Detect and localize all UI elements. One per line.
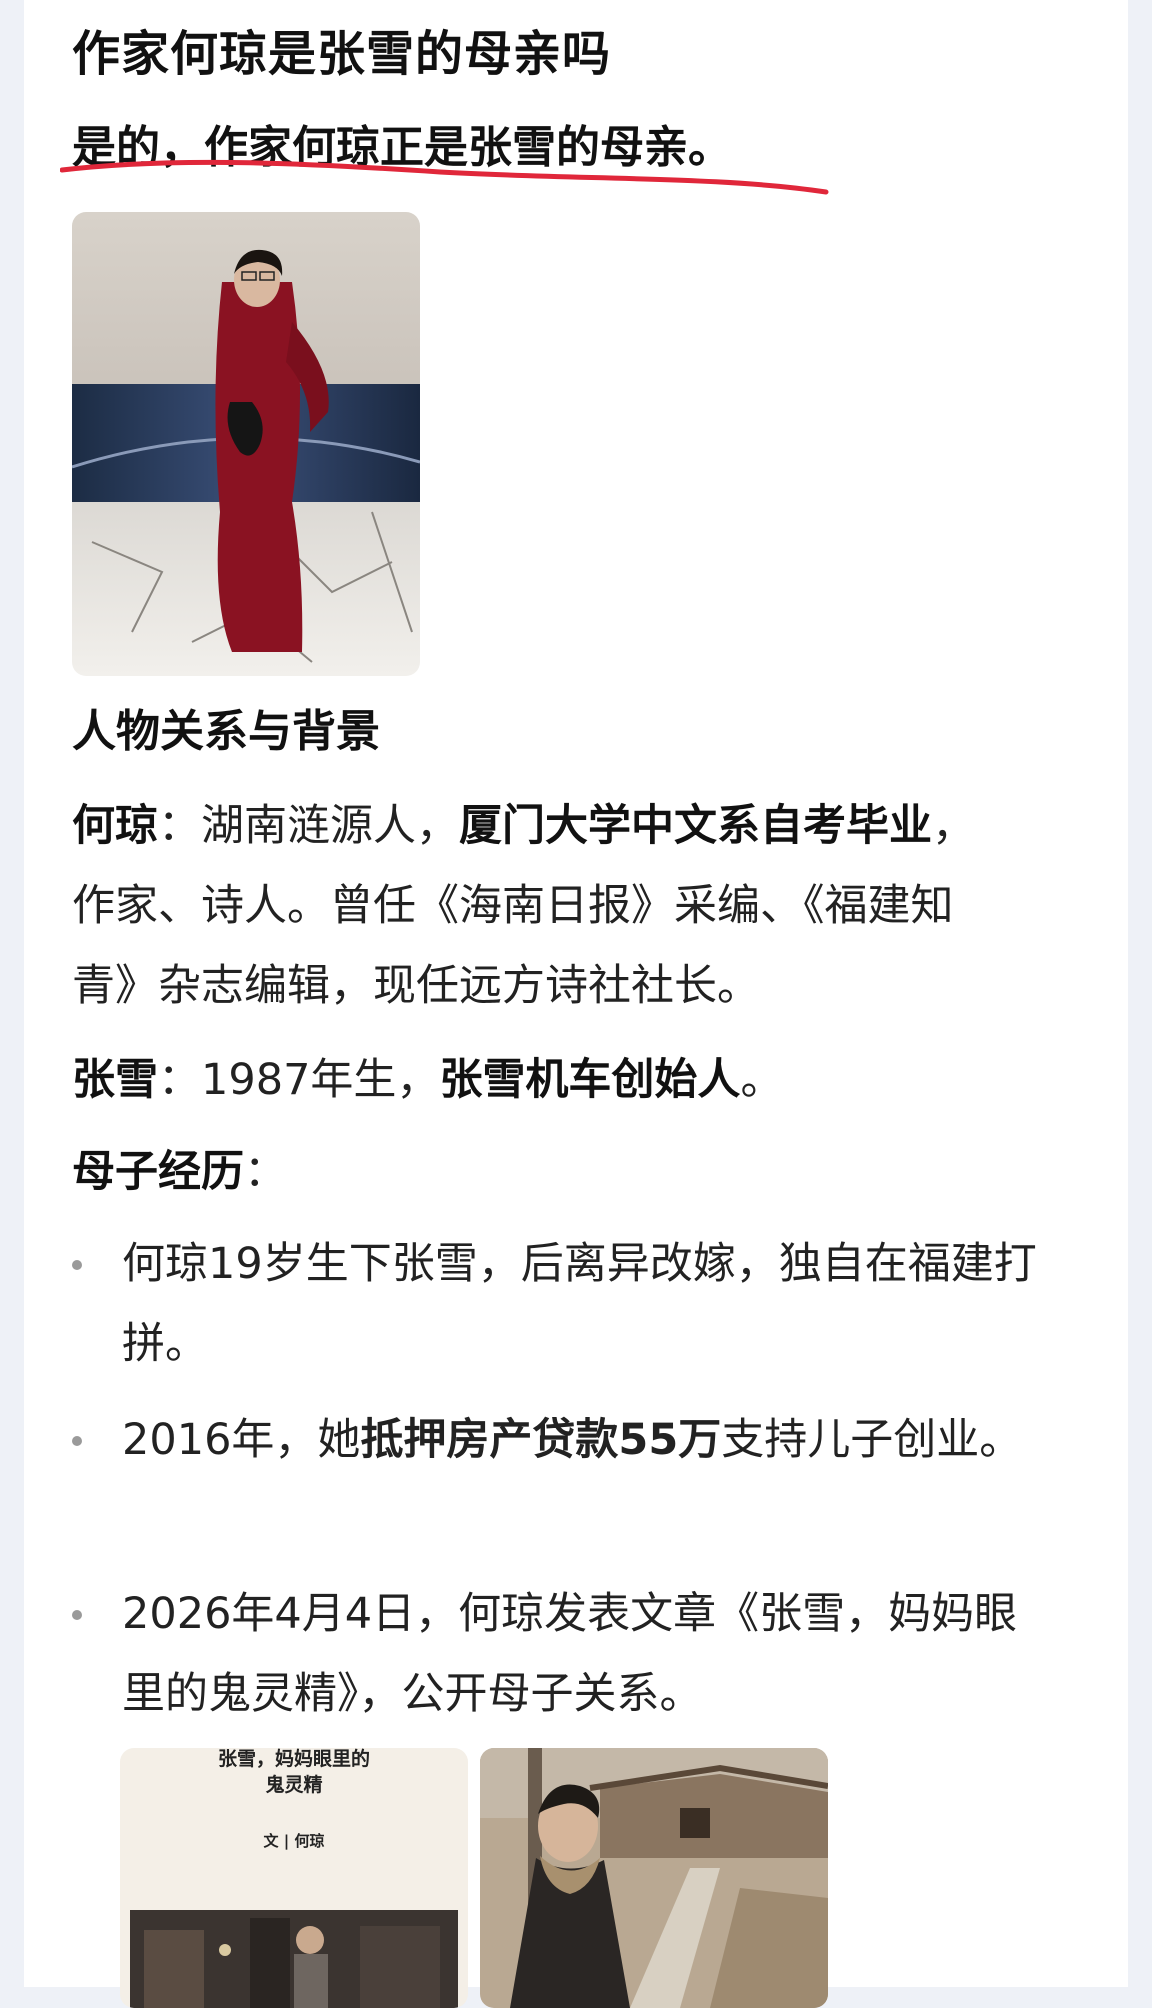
bullet-dot [72,1436,82,1446]
bullet-text: 2026年4月4日，何琼发表文章《张雪，妈妈眼里的鬼灵精》，公开母子关系。 [122,1589,1018,1719]
zhang-xue-role: 张雪机车创始人 [439,1055,741,1105]
he-qiong-name: 何琼 [72,801,158,851]
question-title: 作家何琼是张雪的母亲吗 [72,26,612,82]
experience-label: 母子经历 [72,1147,244,1197]
zhang-xue-bio: 张雪：1987年生，张雪机车创始人。 [72,1040,1012,1120]
bullet-pre: 2016年，她 [122,1415,361,1465]
experience-heading: 母子经历： [72,1132,1012,1212]
he-qiong-text1: 湖南涟源人， [201,801,459,851]
bullet-post: 支持儿子创业。 [721,1415,1023,1465]
experience-sep: ： [244,1147,287,1197]
bullet-text: 2016年，她抵押房产贷款55万支持儿子创业。 [122,1400,1052,1480]
zhang-xue-text2: 。 [740,1055,784,1105]
he-qiong-education: 厦门大学中文系自考毕业 [459,801,932,851]
section-title: 人物关系与背景 [72,706,380,757]
article-title-line1: 张雪，妈妈眼里的 [217,1748,370,1770]
bullet-text: 何琼19岁生下张雪，后离异改嫁，独自在福建打拼。 [122,1239,1037,1369]
article-photo [130,1910,458,2008]
article-author: 文 | 何琼 [263,1832,325,1850]
zhang-xue-sep: ： [158,1055,201,1105]
zhang-xue-text1: 1987年生， [201,1055,440,1105]
article-thumbnail[interactable]: 张雪，妈妈眼里的 鬼灵精 文 | 何琼 [120,1748,468,2008]
author-photo[interactable] [72,212,420,676]
zhang-xue-name: 张雪 [72,1055,158,1105]
young-man-photo[interactable] [480,1748,828,2008]
he-qiong-sep: ： [158,801,201,851]
bullet-dot [72,1260,82,1270]
bullet-dot [72,1610,82,1620]
he-qiong-bio: 何琼：湖南涟源人，厦门大学中文系自考毕业，作家、诗人。曾任《海南日报》采编、《福… [72,786,1012,1026]
bullet-bold: 抵押房产贷款55万 [360,1415,722,1465]
article-title-line2: 鬼灵精 [265,1774,323,1796]
